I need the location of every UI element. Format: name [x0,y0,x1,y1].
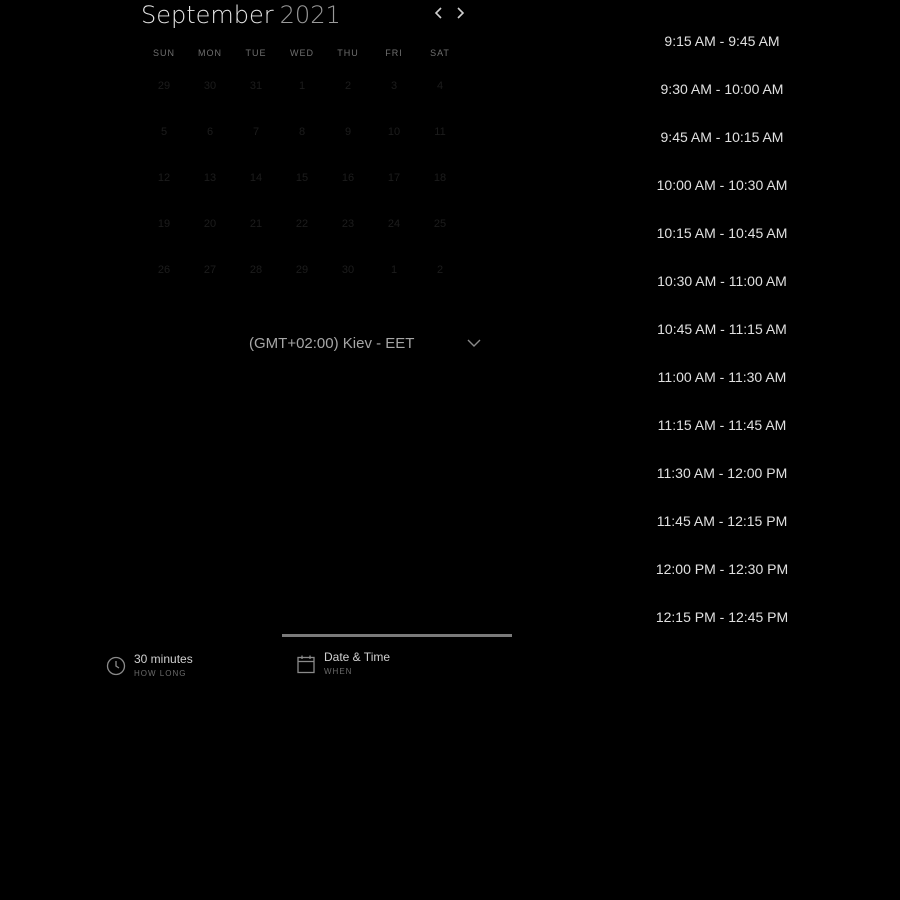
step-subtitle: WHEN [324,667,353,676]
calendar-day[interactable]: 22 [279,210,325,256]
time-slot-label: 11:30 AM - 12:00 PM [656,465,788,481]
calendar-day[interactable]: 14 [233,164,279,210]
time-slot-label: 11:15 AM - 11:45 AM [657,417,787,433]
step-subtitle: HOW LONG [134,669,187,678]
calendar-day[interactable]: 8 [279,118,325,164]
weekday-label: SAT [430,48,450,58]
calendar-day[interactable]: 2 [417,256,463,302]
time-slot-label: 9:30 AM - 10:00 AM [660,81,784,97]
calendar-day[interactable]: 19 [141,210,187,256]
step-duration[interactable]: 30 minutes HOW LONG [106,650,193,680]
calendar-icon [296,654,316,676]
prev-month-button[interactable] [429,2,449,24]
step-text: Date & Time WHEN [324,648,390,678]
calendar-day[interactable]: 30 [187,72,233,118]
calendar-day[interactable]: 24 [371,210,417,256]
calendar-day[interactable]: 21 [233,210,279,256]
step-text: 30 minutes HOW LONG [134,650,193,680]
booking-widget: September 2021 SUN MON TUE WED THU FRI SA… [0,0,900,900]
calendar-day[interactable]: 29 [279,256,325,302]
weekday-label: TUE [245,48,267,58]
calendar-day[interactable]: 25 [417,210,463,256]
step-progress-indicator [282,634,512,637]
weekday-label: MON [198,48,222,58]
calendar-day[interactable]: 1 [279,72,325,118]
calendar-day[interactable]: 13 [187,164,233,210]
calendar-day[interactable]: 3 [371,72,417,118]
calendar-day[interactable]: 5 [141,118,187,164]
calendar-day[interactable]: 29 [141,72,187,118]
time-slot-label: 11:45 AM - 12:15 PM [656,513,788,529]
calendar-day[interactable]: 26 [141,256,187,302]
calendar-day[interactable]: 20 [187,210,233,256]
time-slot[interactable]: 9:30 AM - 10:00 AM [642,76,802,124]
time-slot-label: 10:30 AM - 11:00 AM [657,273,787,289]
calendar-day[interactable]: 28 [233,256,279,302]
weekday-header: SUN MON TUE WED THU FRI SAT [141,48,463,62]
calendar-day[interactable]: 9 [325,118,371,164]
time-slot-list: 9:15 AM - 9:45 AM 9:30 AM - 10:00 AM 9:4… [642,28,802,652]
clock-icon [106,656,126,678]
time-slot[interactable]: 10:15 AM - 10:45 AM [642,220,802,268]
calendar-day[interactable]: 2 [325,72,371,118]
time-slot-label: 11:00 AM - 11:30 AM [657,369,787,385]
timezone-select[interactable]: (GMT+02:00) Kiev - EET [249,330,481,356]
calendar-day[interactable]: 30 [325,256,371,302]
calendar-year: 2021 [279,1,341,29]
calendar-title: September 2021 [141,0,341,30]
weekday-label: FRI [385,48,403,58]
time-slot[interactable]: 9:45 AM - 10:15 AM [642,124,802,172]
time-slot[interactable]: 11:30 AM - 12:00 PM [642,460,802,508]
next-month-button[interactable] [450,2,470,24]
time-slot-label: 10:45 AM - 11:15 AM [657,321,787,337]
calendar-day[interactable]: 6 [187,118,233,164]
calendar-day[interactable]: 15 [279,164,325,210]
time-slot[interactable]: 11:00 AM - 11:30 AM [642,364,802,412]
weekday-label: WED [290,48,314,58]
time-slot[interactable]: 12:15 PM - 12:45 PM [642,604,802,652]
calendar-days-grid: 29 30 31 1 2 3 4 5 6 7 8 9 10 11 12 13 1… [141,72,463,302]
calendar-day[interactable]: 4 [417,72,463,118]
time-slot[interactable]: 10:45 AM - 11:15 AM [642,316,802,364]
time-slot[interactable]: 11:15 AM - 11:45 AM [642,412,802,460]
calendar-day[interactable]: 23 [325,210,371,256]
time-slot-label: 12:00 PM - 12:30 PM [655,561,789,577]
time-slot-label: 10:00 AM - 10:30 AM [656,177,788,193]
time-slot[interactable]: 9:15 AM - 9:45 AM [642,28,802,76]
time-slot[interactable]: 10:00 AM - 10:30 AM [642,172,802,220]
weekday-label: SUN [152,48,175,58]
chevron-left-icon [434,7,442,19]
time-slot[interactable]: 11:45 AM - 12:15 PM [642,508,802,556]
time-slot-label: 9:15 AM - 9:45 AM [664,33,780,49]
time-slot-label: 10:15 AM - 10:45 AM [656,225,788,241]
calendar-day[interactable]: 7 [233,118,279,164]
chevron-right-icon [457,7,465,19]
calendar-month: September [141,1,274,29]
step-title: Date & Time [324,650,391,664]
calendar-day[interactable]: 12 [141,164,187,210]
time-slot[interactable]: 10:30 AM - 11:00 AM [642,268,802,316]
calendar-day[interactable]: 17 [371,164,417,210]
calendar-day[interactable]: 1 [371,256,417,302]
time-slot-label: 9:45 AM - 10:15 AM [660,129,784,145]
weekday-label: THU [337,48,359,58]
calendar-day[interactable]: 16 [325,164,371,210]
time-slot-label: 12:15 PM - 12:45 PM [655,609,789,625]
calendar-day[interactable]: 31 [233,72,279,118]
calendar-day[interactable]: 27 [187,256,233,302]
step-date-time[interactable]: Date & Time WHEN [296,648,390,678]
calendar-day[interactable]: 11 [417,118,463,164]
calendar-day[interactable]: 18 [417,164,463,210]
step-title: 30 minutes [134,652,193,666]
timezone-label: (GMT+02:00) Kiev - EET [249,334,415,352]
calendar-day[interactable]: 10 [371,118,417,164]
chevron-down-icon [467,339,481,348]
time-slot[interactable]: 12:00 PM - 12:30 PM [642,556,802,604]
